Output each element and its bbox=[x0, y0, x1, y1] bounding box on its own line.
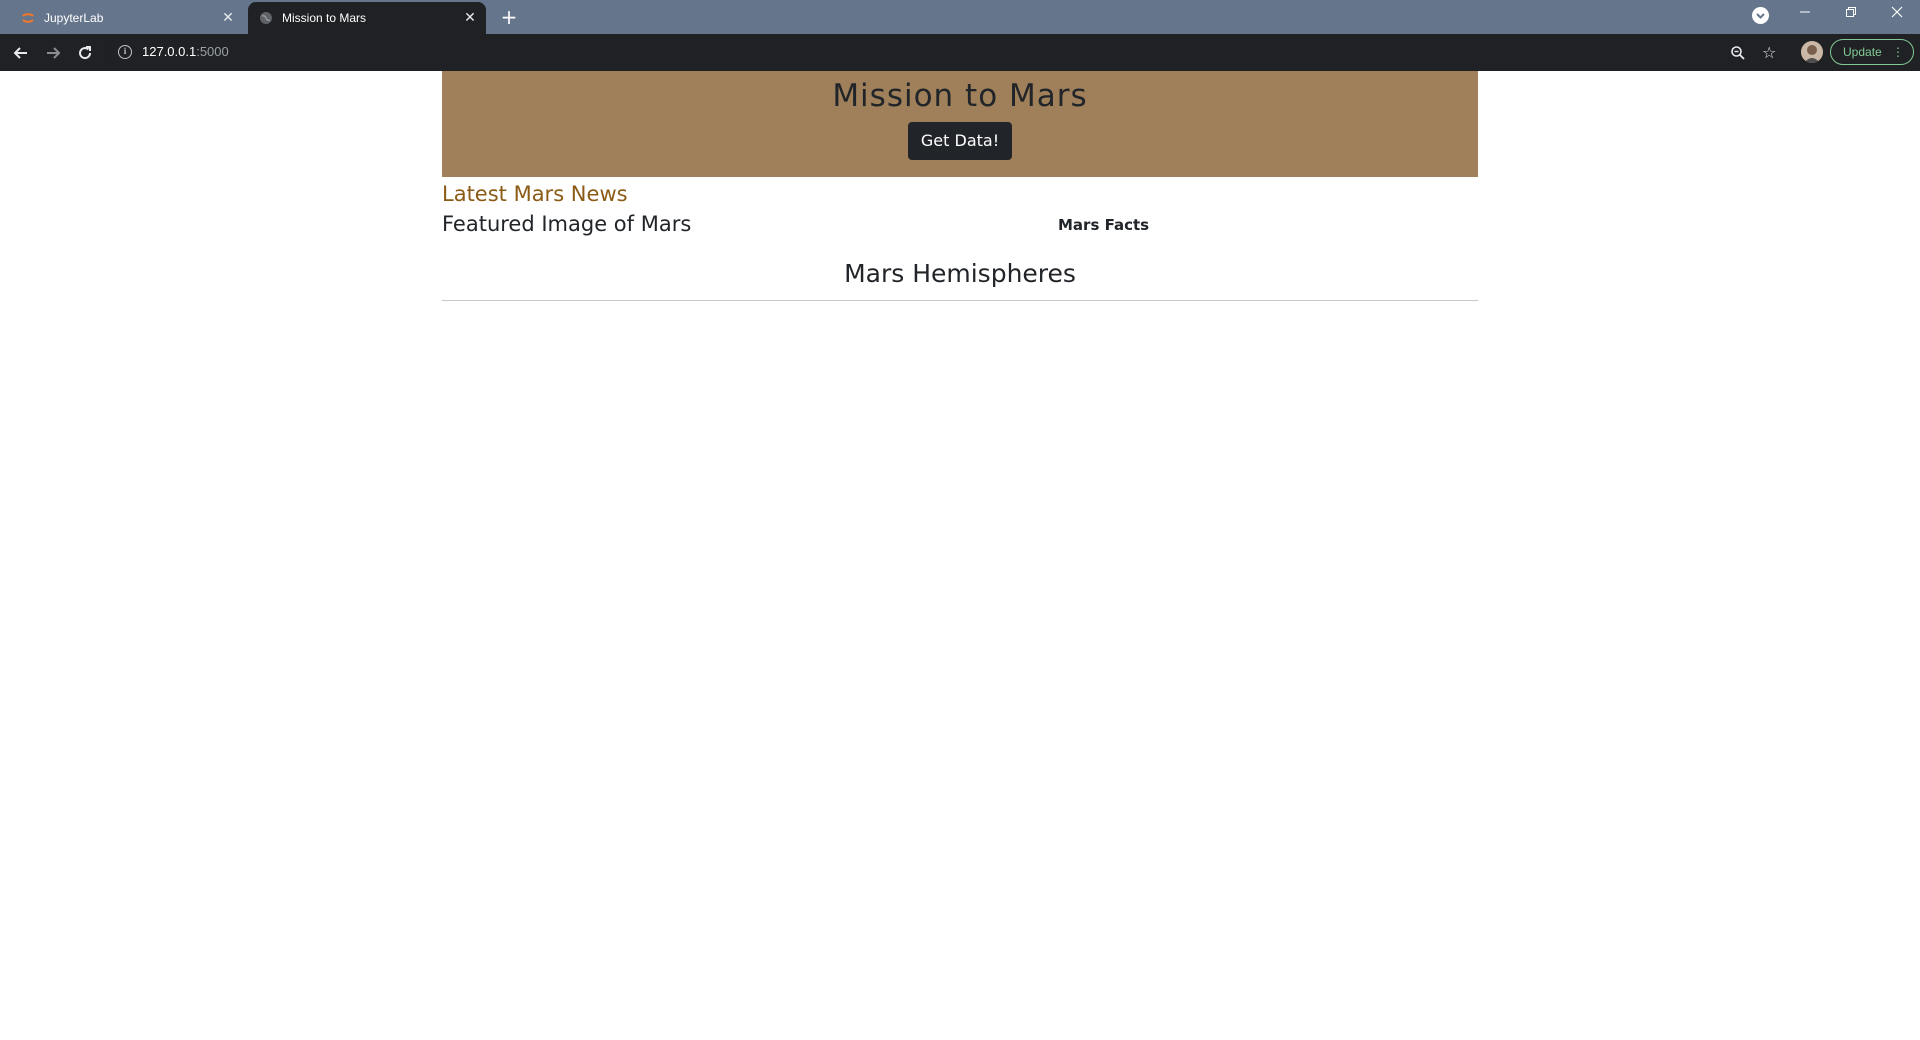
content-row: Featured Image of Mars Mars Facts bbox=[442, 209, 1478, 240]
kebab-menu-icon[interactable]: ⋮ bbox=[1892, 40, 1904, 64]
page-title: Mission to Mars bbox=[832, 78, 1088, 114]
tab-jupyterlab[interactable]: JupyterLab ✕ bbox=[10, 2, 244, 34]
star-icon[interactable]: ☆ bbox=[1762, 43, 1776, 62]
forward-arrow-icon[interactable] bbox=[40, 40, 66, 66]
update-button[interactable]: Update ⋮ bbox=[1830, 39, 1914, 65]
restore-icon[interactable] bbox=[1828, 0, 1874, 30]
browser-toolbar: i 127.0.0.1:5000 ☆ Update ⋮ bbox=[0, 34, 1920, 71]
featured-image-section: Featured Image of Mars bbox=[442, 209, 1058, 240]
jumbotron-header: Mission to Mars Get Data! bbox=[442, 71, 1478, 177]
back-arrow-icon[interactable] bbox=[8, 40, 34, 66]
latest-news-heading: Latest Mars News bbox=[442, 182, 628, 206]
globe-icon bbox=[260, 12, 272, 24]
page-container: Mission to Mars Get Data! Latest Mars Ne… bbox=[442, 71, 1478, 301]
close-tab-icon[interactable]: ✕ bbox=[220, 10, 236, 26]
browser-tab-strip: JupyterLab ✕ Mission to Mars ✕ + bbox=[0, 0, 1920, 34]
update-label: Update bbox=[1843, 45, 1882, 59]
close-icon[interactable] bbox=[1874, 0, 1920, 30]
zoom-icon[interactable] bbox=[1730, 45, 1746, 61]
featured-image-heading: Featured Image of Mars bbox=[442, 212, 692, 236]
tab-title: JupyterLab bbox=[44, 11, 104, 25]
mars-facts-heading: Mars Facts bbox=[1058, 216, 1150, 234]
hemispheres-heading: Mars Hemispheres bbox=[442, 260, 1478, 301]
tab-search-icon[interactable] bbox=[1752, 7, 1769, 24]
address-url: 127.0.0.1:5000 bbox=[142, 44, 229, 59]
reload-icon[interactable] bbox=[72, 40, 98, 66]
mars-facts-section: Mars Facts bbox=[1058, 209, 1478, 240]
jupyter-logo-icon bbox=[22, 13, 34, 23]
avatar[interactable] bbox=[1801, 41, 1823, 63]
close-tab-icon[interactable]: ✕ bbox=[462, 10, 478, 26]
get-data-button[interactable]: Get Data! bbox=[907, 122, 1013, 160]
address-bar[interactable]: i 127.0.0.1:5000 bbox=[108, 38, 1808, 66]
info-icon[interactable]: i bbox=[118, 45, 132, 59]
minimize-icon[interactable] bbox=[1782, 0, 1828, 30]
tab-title: Mission to Mars bbox=[282, 11, 367, 25]
tab-mission-to-mars[interactable]: Mission to Mars ✕ bbox=[248, 2, 486, 34]
new-tab-button[interactable]: + bbox=[498, 7, 520, 29]
